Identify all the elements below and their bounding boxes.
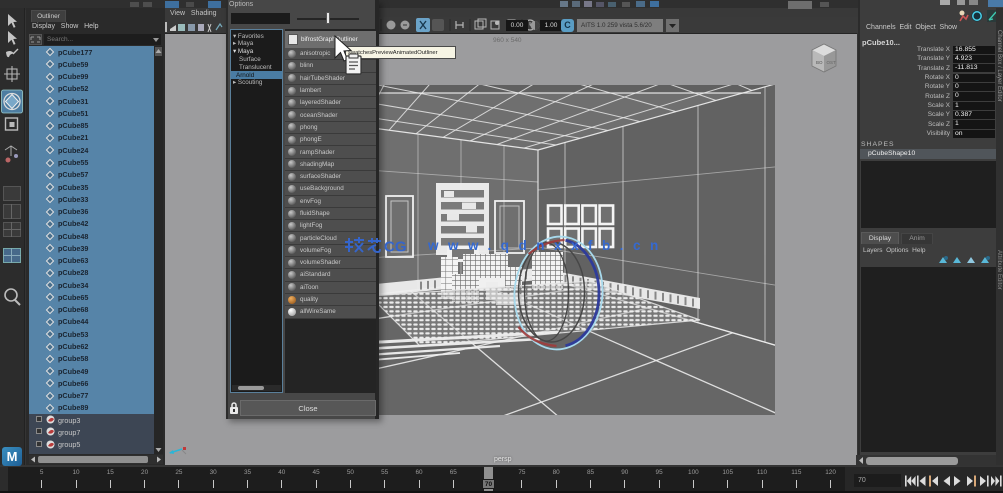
svg-text:CG: CG xyxy=(384,239,407,256)
svg-text:BO: BO xyxy=(816,60,823,65)
svg-text:OST: OST xyxy=(827,60,837,65)
